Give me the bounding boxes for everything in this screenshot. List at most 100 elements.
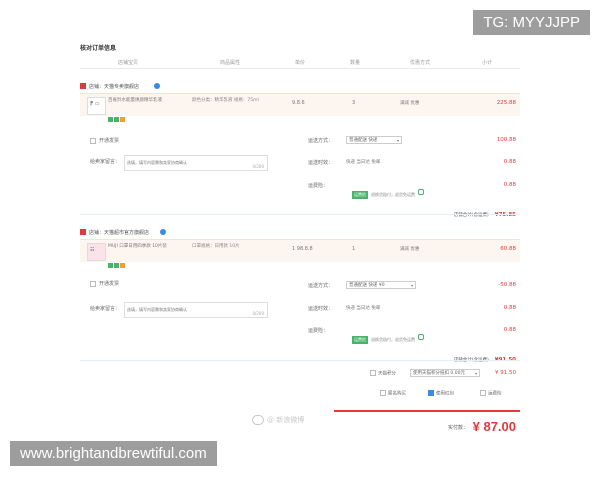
total-value: ¥ 87.00 <box>472 419 516 434</box>
section-divider <box>80 360 520 361</box>
store-header: 店铺：天猫专卖旗舰店 <box>80 82 520 93</box>
insurance-text: 退换货赔付，退货免运费 <box>371 337 415 342</box>
total-label: 实付款： <box>447 425 468 431</box>
insurance-label: 运费险： <box>308 183 329 189</box>
product-spec: 口罩规格：日用款 10片 <box>192 244 240 249</box>
char-counter: 0/200 <box>252 164 264 169</box>
product-price: 9.8.6 <box>292 100 305 106</box>
shipping-select[interactable]: 普通配送 快递 ¥0 ▾ <box>346 281 416 289</box>
delivery-fee: 0.88 <box>503 305 516 311</box>
weibo-watermark: @ 新浪微博 <box>252 415 304 425</box>
checkbox[interactable] <box>90 137 96 144</box>
checkbox[interactable] <box>380 390 386 396</box>
insurance-text: 退换货赔付，退货免运费 <box>371 192 415 197</box>
col-qty: 数量 <box>350 60 361 66</box>
checkbox[interactable] <box>480 390 486 396</box>
product-name[interactable]: MUJI 口罩日用四季款 10片装 <box>108 244 188 250</box>
column-header-row: 店铺宝贝 商品属性 单价 数量 优惠方式 小计 <box>80 56 520 69</box>
col-attributes: 商品属性 <box>220 60 241 66</box>
chevron-down-icon: ▾ <box>474 371 477 376</box>
chevron-down-icon: ▾ <box>396 138 399 143</box>
delivery-fee: 0.88 <box>503 159 516 165</box>
shipping-fee: 100.88 <box>496 137 516 143</box>
total-box: 实付款： ¥ 87.00 <box>334 410 520 440</box>
insurance-fee: 0.88 <box>503 327 516 333</box>
orange-badge-icon <box>120 117 125 122</box>
info-icon[interactable] <box>418 188 424 195</box>
char-counter: 0/200 <box>252 311 264 316</box>
green-badge-icon <box>108 117 113 122</box>
shipping-label: 运送方式： <box>308 138 334 144</box>
col-price: 单价 <box>295 60 306 66</box>
green-badge-icon <box>114 263 119 268</box>
col-promo: 优惠方式 <box>410 60 431 66</box>
section-divider <box>80 214 520 215</box>
product-subtotal: 60.88 <box>500 246 516 252</box>
shipping-select[interactable]: 普通配送 快递 ▾ <box>346 136 402 144</box>
product-qty: 1 <box>352 246 356 252</box>
invoice-option[interactable]: 开通发票 <box>90 280 119 287</box>
shipping-label: 运送方式： <box>308 283 334 289</box>
store-total: 店铺合计(含运费)¥91.50 <box>454 346 516 365</box>
info-icon[interactable] <box>418 333 424 340</box>
seller-message-field[interactable]: 0/200 <box>124 302 268 318</box>
col-store-item: 店铺宝贝 <box>118 60 139 66</box>
anonymous-option[interactable]: 匿名购买 <box>380 390 406 397</box>
cart-item: ⁋ ▭ 百雀羚水能量焕颜精华乳液 颜色分类：精华乳液 规格：75ml 9.8.6… <box>80 93 520 122</box>
insurance-option[interactable]: 运费险 退换货赔付，退货免运费 <box>352 326 424 345</box>
product-thumbnail[interactable]: ⁋ ▭ <box>87 97 106 115</box>
tg-watermark: TG: MYYJJPP <box>473 10 590 35</box>
col-subtotal: 小计 <box>482 60 493 66</box>
insurance-button[interactable]: 运费险 <box>352 191 368 199</box>
points-amount: ¥ 91.50 <box>495 370 516 376</box>
order-confirm-page: 核对订单信息 店铺宝贝 商品属性 单价 数量 优惠方式 小计 店铺：天猫专卖旗舰… <box>80 40 520 440</box>
delivery-text: 快递 当日达 免邮 <box>346 160 381 165</box>
insurance-option[interactable]: 运费险 退换货赔付，退货免运费 <box>352 181 424 200</box>
message-label: 给卖家留言： <box>90 159 121 165</box>
product-subtotal: 225.88 <box>496 100 516 106</box>
product-spec: 颜色分类：精华乳液 规格：75ml <box>192 98 259 103</box>
insurance-fee: 0.88 <box>503 182 516 188</box>
orange-badge-icon <box>120 263 125 268</box>
store-name[interactable]: 店铺：天猫专卖旗舰店 <box>89 83 139 90</box>
insurance-summary-option[interactable]: 运费险 <box>480 390 502 397</box>
checkbox-checked[interactable] <box>428 390 434 396</box>
badge-group <box>108 107 126 126</box>
message-label: 给卖家留言： <box>90 306 121 312</box>
store-icon <box>80 83 86 89</box>
seller-message-input[interactable] <box>127 158 242 167</box>
store-icon <box>80 229 86 235</box>
insurance-button[interactable]: 运费险 <box>352 336 368 344</box>
badge-group <box>108 253 126 272</box>
product-thumbnail[interactable]: ☷ <box>87 243 106 261</box>
delivery-text: 快递 当日达 免邮 <box>346 306 381 311</box>
chevron-down-icon: ▾ <box>410 283 413 288</box>
product-promo: 满减 优惠 <box>400 101 420 106</box>
invoice-option[interactable]: 开通发票 <box>90 137 119 144</box>
insurance-label: 运费险： <box>308 328 329 334</box>
checkbox[interactable] <box>90 280 96 287</box>
store-name[interactable]: 店铺：天猫超市官方旗舰店 <box>89 229 149 236</box>
delivery-label: 运送时效： <box>308 306 334 312</box>
seller-message-input[interactable] <box>127 305 242 314</box>
checkbox[interactable] <box>370 370 376 376</box>
points-select[interactable]: 使用天猫积分抵扣 0.00元 ▾ <box>410 369 480 377</box>
product-price: 1 98.8.8 <box>292 246 313 252</box>
product-qty: 3 <box>352 100 356 106</box>
delivery-label: 运送时效： <box>308 160 334 166</box>
seller-message-field[interactable]: 0/200 <box>124 155 268 171</box>
points-option[interactable]: 天猫积分 <box>370 370 396 377</box>
product-name[interactable]: 百雀羚水能量焕颜精华乳液 <box>108 98 188 104</box>
store-total: 店铺合计(含运费) ¥75.85 <box>453 212 516 218</box>
site-watermark: www.brightandbrewtiful.com <box>10 441 217 466</box>
weibo-icon <box>252 415 264 425</box>
green-badge-icon <box>114 117 119 122</box>
redpacket-option[interactable]: 使用红包 <box>428 390 454 397</box>
chat-icon[interactable] <box>154 83 160 89</box>
cart-item: ☷ MUJI 口罩日用四季款 10片装 口罩规格：日用款 10片 1 98.8.… <box>80 239 520 268</box>
chat-icon[interactable] <box>160 229 166 235</box>
green-badge-icon <box>108 263 113 268</box>
shipping-fee: -50.88 <box>498 282 516 288</box>
product-promo: 满减 优惠 <box>400 247 420 252</box>
store-header: 店铺：天猫超市官方旗舰店 <box>80 228 520 239</box>
